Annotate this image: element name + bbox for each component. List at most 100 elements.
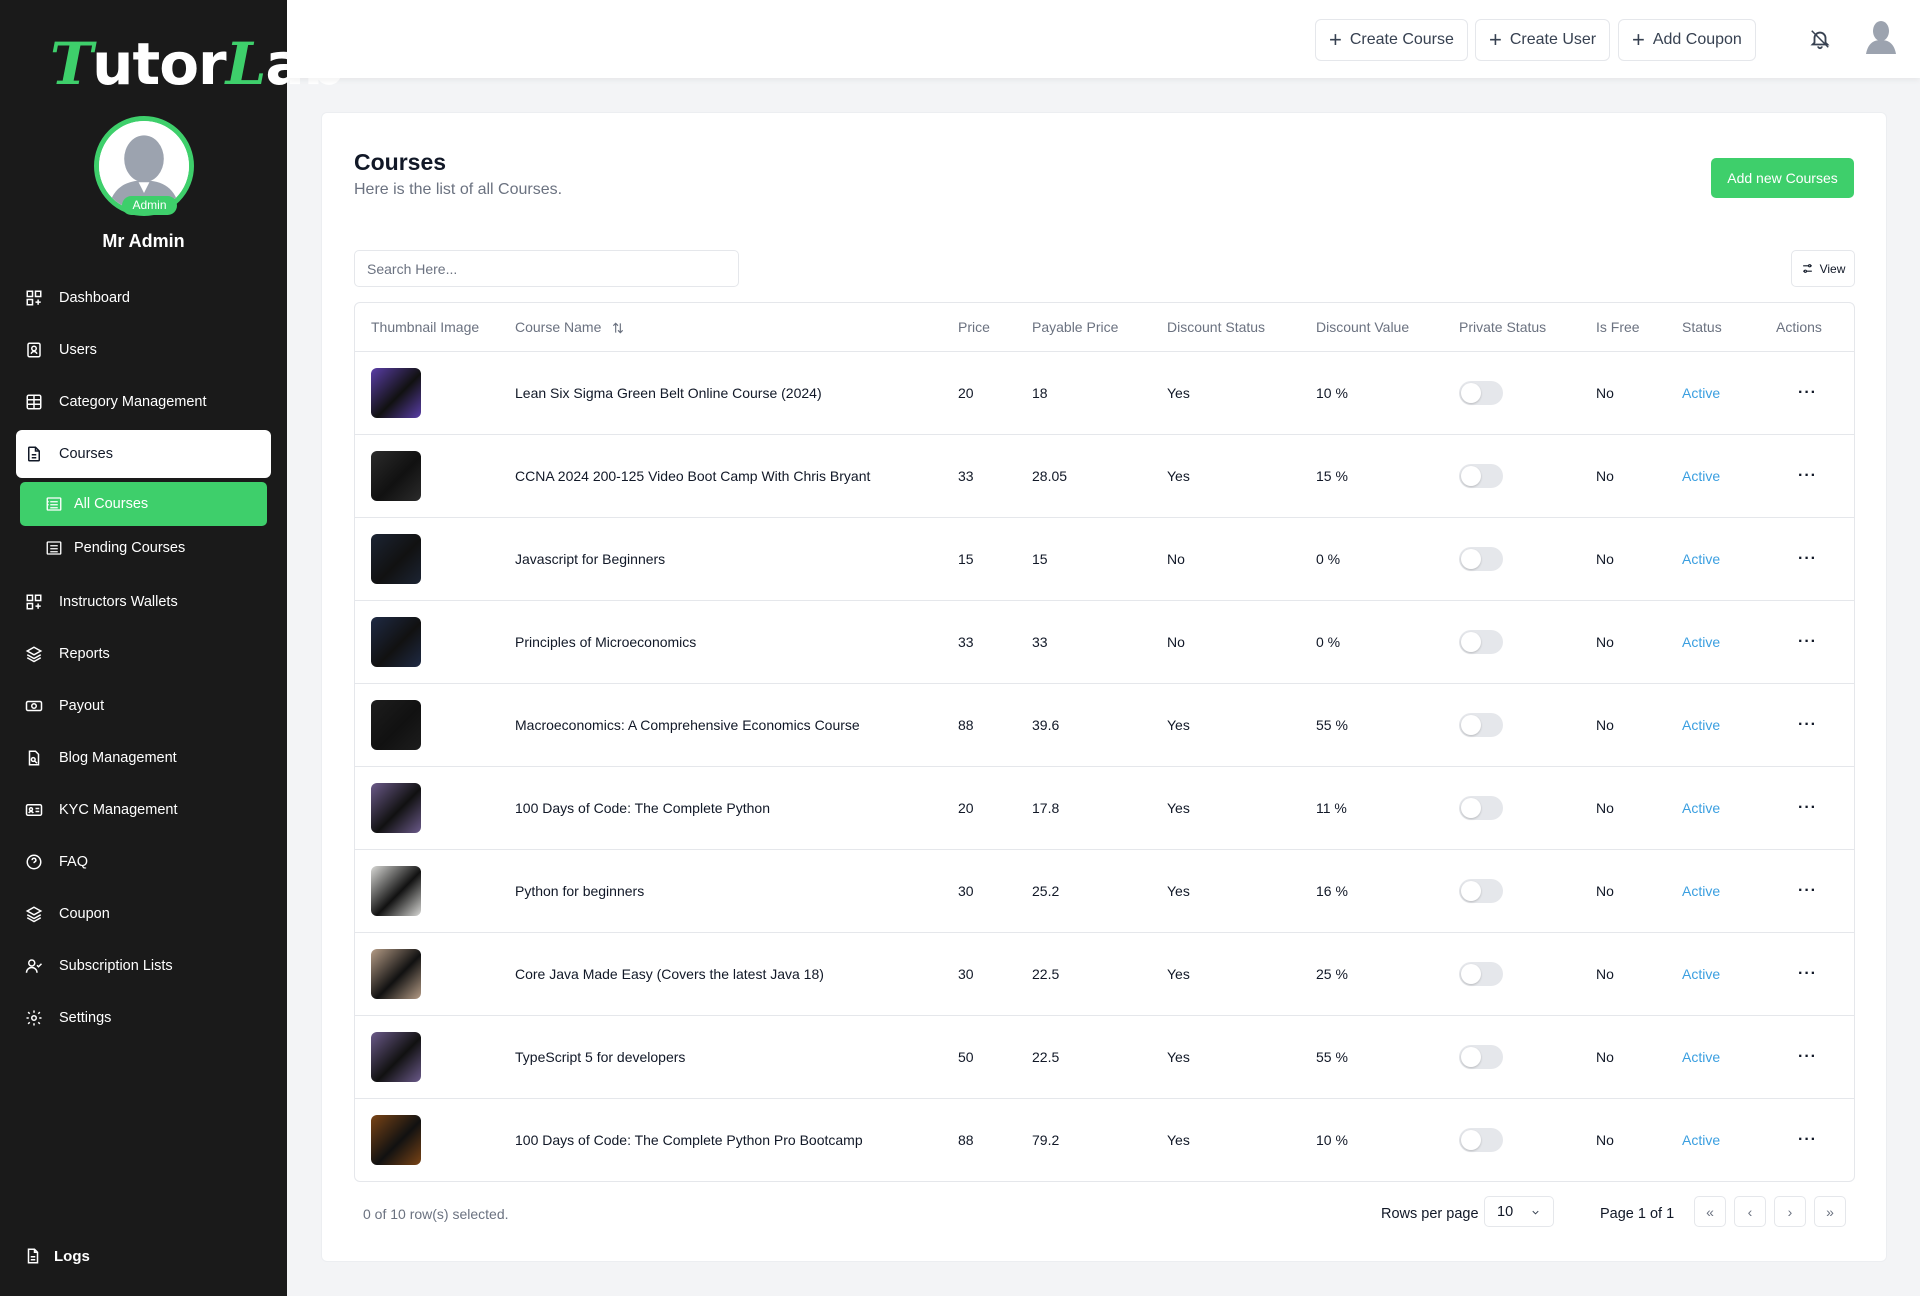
- course-name: Python for beginners: [515, 849, 958, 933]
- sidebar-item-category-management[interactable]: Category Management: [16, 378, 271, 426]
- course-thumbnail[interactable]: [371, 533, 421, 584]
- private-status-toggle[interactable]: [1459, 712, 1503, 737]
- price: 88: [958, 1131, 974, 1148]
- table-icon: [24, 392, 44, 412]
- status-link[interactable]: Active: [1682, 932, 1776, 1016]
- sidebar-item-instructors-wallets[interactable]: Instructors Wallets: [16, 578, 271, 626]
- create-course-label: Create Course: [1349, 31, 1454, 48]
- status-link[interactable]: Active: [1682, 351, 1776, 435]
- table-row: Javascript for Beginners 15 15 No 0 % No…: [355, 517, 1854, 601]
- course-thumbnail[interactable]: [371, 1031, 421, 1082]
- create-course-button[interactable]: + Create Course: [1315, 19, 1468, 61]
- sidebar-item-courses[interactable]: Courses: [16, 430, 271, 478]
- discount-status: No: [1167, 517, 1316, 601]
- more-actions-icon[interactable]: ···: [1776, 1048, 1817, 1065]
- course-thumbnail[interactable]: [371, 616, 421, 667]
- bell-icon[interactable]: [1809, 28, 1831, 50]
- sidebar-item-coupon[interactable]: Coupon: [16, 890, 271, 938]
- search-input[interactable]: [354, 250, 739, 287]
- profile-avatar-icon[interactable]: [1864, 18, 1898, 54]
- status-link[interactable]: Active: [1682, 600, 1776, 684]
- thumbnail-cell: [355, 351, 515, 435]
- thumbnail-cell: [355, 600, 515, 684]
- status-link[interactable]: Active: [1682, 683, 1776, 767]
- private-status-toggle[interactable]: [1459, 1044, 1503, 1069]
- status-link[interactable]: Active: [1682, 434, 1776, 518]
- column-header-payable-price: Payable Price: [1032, 303, 1167, 352]
- sidebar-item-logs[interactable]: Logs: [24, 1247, 90, 1265]
- thumbnail-cell: [355, 849, 515, 933]
- course-thumbnail[interactable]: [371, 782, 421, 833]
- sidebar-item-reports[interactable]: Reports: [16, 630, 271, 678]
- more-actions-icon[interactable]: ···: [1776, 965, 1817, 982]
- sidebar-item-label: Dashboard: [59, 290, 130, 306]
- status-link[interactable]: Active: [1682, 1015, 1776, 1099]
- sidebar-item-dashboard[interactable]: Dashboard: [16, 274, 271, 322]
- course-thumbnail[interactable]: [371, 1114, 421, 1165]
- add-coupon-button[interactable]: + Add Coupon: [1618, 19, 1756, 61]
- previous-page-button[interactable]: ‹: [1734, 1196, 1766, 1227]
- table-row: TypeScript 5 for developers 50 22.5 Yes …: [355, 1015, 1854, 1099]
- sidebar-subitem-all-courses[interactable]: All Courses: [20, 482, 267, 526]
- more-actions-icon[interactable]: ···: [1776, 550, 1817, 567]
- private-status-toggle[interactable]: [1459, 463, 1503, 488]
- status-link[interactable]: Active: [1682, 1098, 1776, 1181]
- thumbnail-image: [371, 948, 421, 999]
- create-user-button[interactable]: + Create User: [1475, 19, 1611, 61]
- first-page-button[interactable]: «: [1694, 1196, 1726, 1227]
- thumbnail-image: [371, 865, 421, 916]
- private-status-toggle[interactable]: [1459, 380, 1503, 405]
- sidebar-item-users[interactable]: Users: [16, 326, 271, 374]
- actions-cell: ···: [1776, 351, 1854, 435]
- private-status-toggle[interactable]: [1459, 629, 1503, 654]
- status-link[interactable]: Active: [1682, 849, 1776, 933]
- view-options-button[interactable]: View: [1791, 250, 1855, 287]
- thumbnail-image: [371, 616, 421, 667]
- more-actions-icon[interactable]: ···: [1776, 1131, 1817, 1148]
- column-header-actions: Actions: [1776, 303, 1854, 352]
- private-status-toggle[interactable]: [1459, 546, 1503, 571]
- rows-per-page-select[interactable]: 10: [1484, 1196, 1554, 1227]
- next-page-button[interactable]: ›: [1774, 1196, 1806, 1227]
- sidebar-item-payout[interactable]: Payout: [16, 682, 271, 730]
- private-status-toggle[interactable]: [1459, 1127, 1503, 1152]
- course-name: 100 Days of Code: The Complete Python: [515, 766, 958, 850]
- more-actions-icon[interactable]: ···: [1776, 799, 1817, 816]
- chevron-right-icon: ›: [1787, 1203, 1793, 1220]
- course-thumbnail[interactable]: [371, 948, 421, 999]
- more-actions-icon[interactable]: ···: [1776, 633, 1817, 650]
- more-actions-icon[interactable]: ···: [1776, 716, 1817, 733]
- private-status-cell: [1459, 849, 1596, 933]
- sort-icon[interactable]: [611, 321, 625, 335]
- sidebar-item-settings[interactable]: Settings: [16, 994, 271, 1042]
- sidebar-item-kyc-management[interactable]: KYC Management: [16, 786, 271, 834]
- payable-price: 15: [1032, 517, 1167, 601]
- status-link[interactable]: Active: [1682, 766, 1776, 850]
- course-thumbnail[interactable]: [371, 367, 421, 418]
- course-thumbnail[interactable]: [371, 450, 421, 501]
- more-actions-icon[interactable]: ···: [1776, 882, 1817, 899]
- chevron-left-icon: ‹: [1747, 1203, 1753, 1220]
- course-thumbnail[interactable]: [371, 699, 421, 750]
- sidebar-item-label: Payout: [59, 698, 105, 714]
- private-status-toggle[interactable]: [1459, 878, 1503, 903]
- sidebar-item-subscription-lists[interactable]: Subscription Lists: [16, 942, 271, 990]
- course-thumbnail[interactable]: [371, 865, 421, 916]
- private-status-toggle[interactable]: [1459, 961, 1503, 986]
- sidebar-item-blog-management[interactable]: Blog Management: [16, 734, 271, 782]
- sidebar-subitem-pending-courses[interactable]: Pending Courses: [20, 526, 267, 570]
- sidebar-item-label: FAQ: [59, 854, 89, 870]
- add-new-courses-button[interactable]: Add new Courses: [1711, 158, 1854, 198]
- sidebar-nav: Dashboard Users Category Management Cour…: [16, 274, 271, 1046]
- more-actions-icon[interactable]: ···: [1776, 384, 1817, 401]
- status-link[interactable]: Active: [1682, 517, 1776, 601]
- sidebar-item-faq[interactable]: FAQ: [16, 838, 271, 886]
- discount-value: 55 %: [1316, 683, 1459, 767]
- last-page-button[interactable]: »: [1814, 1196, 1846, 1227]
- more-actions-icon[interactable]: ···: [1776, 467, 1817, 484]
- private-status-toggle[interactable]: [1459, 795, 1503, 820]
- column-header-course-name[interactable]: Course Name: [515, 303, 958, 352]
- thumbnail-cell: [355, 517, 515, 601]
- user-check-icon: [24, 956, 44, 976]
- sidebar-item-label: KYC Management: [59, 802, 178, 818]
